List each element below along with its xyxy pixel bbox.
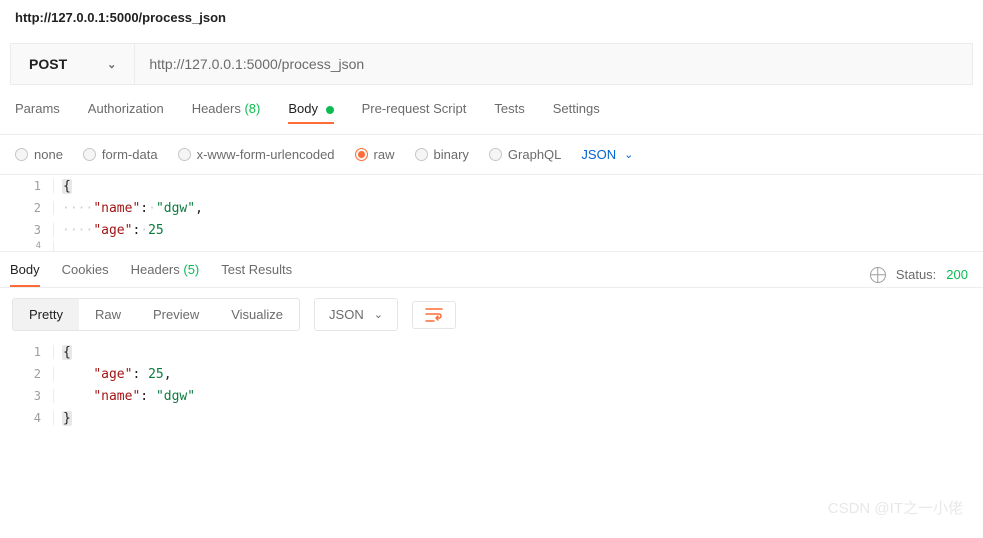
radio-graphql[interactable]: GraphQL [489, 147, 561, 162]
method-dropdown[interactable]: POST ⌄ [11, 44, 135, 84]
body-format-dropdown[interactable]: JSON ⌄ [581, 147, 633, 162]
body-type-row: none form-data x-www-form-urlencoded raw… [0, 135, 983, 175]
request-body-editor[interactable]: 1{ 2····"name":·"dgw", 3····"age":·25 4 [0, 175, 983, 252]
tab-headers[interactable]: Headers (8) [192, 101, 261, 124]
response-body-editor[interactable]: 1{ 2 "age": 25, 3 "name": "dgw" 4} [0, 341, 983, 429]
globe-icon[interactable] [870, 267, 886, 283]
method-label: POST [29, 56, 67, 72]
btn-preview[interactable]: Preview [137, 299, 215, 330]
watermark: CSDN @IT之一小佬 [828, 497, 963, 518]
response-tabs: Body Cookies Headers (5) Test Results [10, 262, 292, 287]
btn-pretty[interactable]: Pretty [13, 299, 79, 330]
body-indicator-icon [326, 106, 334, 114]
radio-icon [15, 148, 28, 161]
line-number: 2 [0, 201, 54, 215]
line-number: 3 [0, 389, 54, 403]
resp-tab-body[interactable]: Body [10, 262, 40, 287]
page-title: http://127.0.0.1:5000/process_json [0, 0, 983, 35]
status-label: Status: [896, 267, 936, 282]
status-code: 200 [946, 267, 968, 282]
request-bar: POST ⌄ http://127.0.0.1:5000/process_jso… [10, 43, 973, 85]
response-status: Status: 200 [870, 267, 968, 283]
btn-raw[interactable]: Raw [79, 299, 137, 330]
chevron-down-icon: ⌄ [374, 308, 383, 321]
tab-prerequest[interactable]: Pre-request Script [362, 101, 467, 124]
line-number: 4 [0, 411, 54, 425]
url-input[interactable]: http://127.0.0.1:5000/process_json [135, 44, 972, 84]
radio-none[interactable]: none [15, 147, 63, 162]
tab-tests[interactable]: Tests [494, 101, 524, 124]
line-number: 4 [0, 241, 54, 251]
headers-count: (8) [244, 101, 260, 116]
radio-icon [355, 148, 368, 161]
line-number: 1 [0, 179, 54, 193]
line-number: 1 [0, 345, 54, 359]
wrap-lines-button[interactable] [412, 301, 456, 329]
request-tabs: Params Authorization Headers (8) Body Pr… [0, 85, 983, 135]
radio-icon [178, 148, 191, 161]
btn-visualize[interactable]: Visualize [215, 299, 299, 330]
tab-params[interactable]: Params [15, 101, 60, 124]
chevron-down-icon: ⌄ [624, 148, 633, 161]
chevron-down-icon: ⌄ [107, 58, 116, 71]
radio-icon [489, 148, 502, 161]
resp-tab-cookies[interactable]: Cookies [62, 262, 109, 287]
response-toolbar: Pretty Raw Preview Visualize JSON ⌄ [0, 288, 983, 341]
tab-settings[interactable]: Settings [553, 101, 600, 124]
tab-body[interactable]: Body [288, 101, 333, 124]
wrap-icon [425, 308, 443, 322]
tab-authorization[interactable]: Authorization [88, 101, 164, 124]
view-mode-group: Pretty Raw Preview Visualize [12, 298, 300, 331]
response-header: Body Cookies Headers (5) Test Results St… [0, 252, 983, 288]
line-number: 2 [0, 367, 54, 381]
response-format-dropdown[interactable]: JSON ⌄ [314, 298, 398, 331]
line-number: 3 [0, 223, 54, 237]
radio-icon [83, 148, 96, 161]
radio-binary[interactable]: binary [415, 147, 469, 162]
radio-raw[interactable]: raw [355, 147, 395, 162]
radio-formdata[interactable]: form-data [83, 147, 158, 162]
resp-headers-count: (5) [183, 262, 199, 277]
radio-urlencoded[interactable]: x-www-form-urlencoded [178, 147, 335, 162]
resp-tab-headers[interactable]: Headers (5) [131, 262, 200, 287]
radio-icon [415, 148, 428, 161]
resp-tab-test-results[interactable]: Test Results [221, 262, 292, 287]
